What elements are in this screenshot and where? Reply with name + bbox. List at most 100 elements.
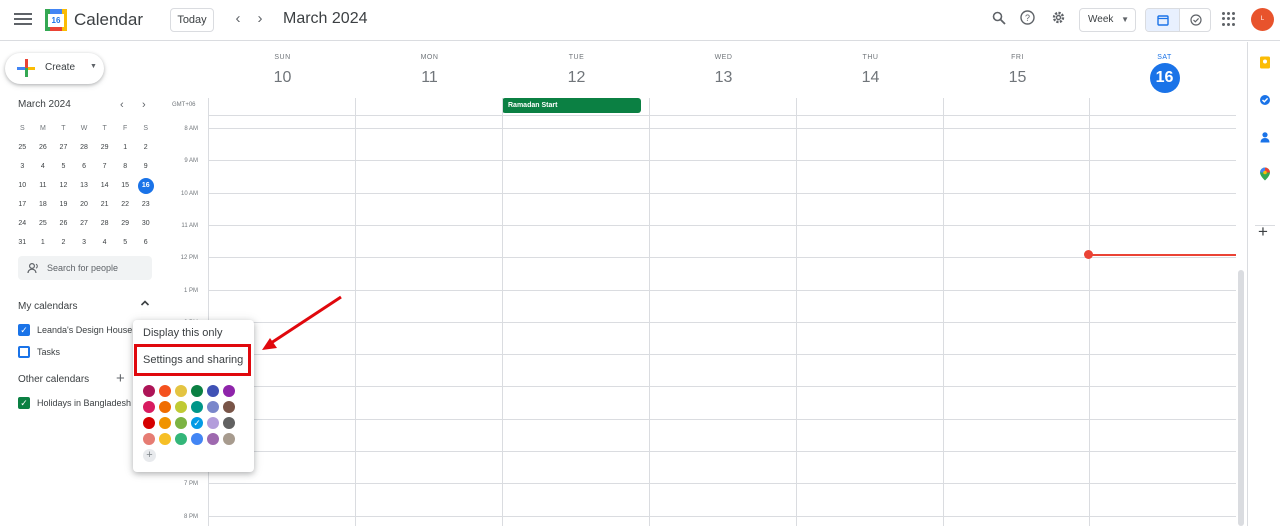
- day-header-tue[interactable]: TUE 12: [503, 42, 650, 91]
- color-swatch[interactable]: [143, 433, 155, 445]
- mini-day[interactable]: 1: [33, 233, 54, 252]
- color-swatch-selected[interactable]: ✓: [191, 417, 203, 429]
- day-number[interactable]: 15: [944, 65, 1091, 91]
- mini-day[interactable]: 3: [12, 157, 33, 176]
- mini-day[interactable]: 13: [74, 176, 95, 195]
- mini-day[interactable]: 26: [33, 138, 54, 157]
- mini-day[interactable]: 8: [115, 157, 136, 176]
- mini-day[interactable]: 28: [74, 138, 95, 157]
- color-swatch[interactable]: [207, 385, 219, 397]
- chevron-left-icon[interactable]: ‹: [228, 9, 248, 29]
- mini-day[interactable]: 11: [33, 176, 54, 195]
- mini-day[interactable]: 2: [53, 233, 74, 252]
- mini-day[interactable]: 12: [53, 176, 74, 195]
- mini-day[interactable]: 5: [53, 157, 74, 176]
- day-number[interactable]: 13: [650, 65, 797, 91]
- color-swatch[interactable]: [207, 433, 219, 445]
- mini-day-today[interactable]: 16: [135, 176, 156, 195]
- tasks-view-icon[interactable]: [1179, 9, 1210, 31]
- keep-icon[interactable]: [1259, 56, 1271, 69]
- app-title[interactable]: Calendar: [74, 10, 143, 30]
- day-header-sat[interactable]: SAT 16: [1091, 42, 1238, 93]
- mini-day[interactable]: 17: [12, 195, 33, 214]
- calendar-logo[interactable]: 16: [45, 9, 67, 31]
- mini-day[interactable]: 30: [135, 214, 156, 233]
- checkbox-checked[interactable]: ✓: [18, 397, 30, 409]
- checkbox-checked[interactable]: ✓: [18, 324, 30, 336]
- mini-day[interactable]: 25: [33, 214, 54, 233]
- my-calendars-label[interactable]: My calendars: [18, 301, 77, 312]
- calendar-view-icon[interactable]: [1146, 9, 1179, 31]
- mini-day[interactable]: 22: [115, 195, 136, 214]
- display-this-only-item[interactable]: Display this only: [143, 327, 222, 339]
- day-header-mon[interactable]: MON 11: [356, 42, 503, 91]
- chevron-right-icon[interactable]: ›: [250, 9, 270, 29]
- day-number[interactable]: 11: [356, 65, 503, 91]
- color-swatch[interactable]: [191, 401, 203, 413]
- day-header-sun[interactable]: SUN 10: [209, 42, 356, 91]
- day-header-fri[interactable]: FRI 15: [944, 42, 1091, 91]
- day-header-wed[interactable]: WED 13: [650, 42, 797, 91]
- search-people-input[interactable]: Search for people: [18, 256, 152, 280]
- help-icon[interactable]: ?: [1016, 9, 1038, 31]
- day-number[interactable]: 14: [797, 65, 944, 91]
- mini-prev-icon[interactable]: ‹: [120, 99, 124, 111]
- allday-event-ramadan-start[interactable]: Ramadan Start: [502, 98, 641, 113]
- color-swatch[interactable]: [207, 417, 219, 429]
- color-swatch[interactable]: [143, 417, 155, 429]
- color-swatch[interactable]: [207, 401, 219, 413]
- today-button[interactable]: Today: [170, 8, 214, 32]
- mini-day[interactable]: 27: [53, 138, 74, 157]
- color-swatch[interactable]: [159, 417, 171, 429]
- add-icon[interactable]: +: [1258, 223, 1270, 240]
- mini-day[interactable]: 4: [33, 157, 54, 176]
- menu-icon[interactable]: [14, 10, 32, 30]
- mini-day[interactable]: 9: [135, 157, 156, 176]
- mini-day[interactable]: 4: [94, 233, 115, 252]
- mini-day[interactable]: 7: [94, 157, 115, 176]
- color-swatch[interactable]: [223, 401, 235, 413]
- tasks-icon[interactable]: [1259, 93, 1271, 105]
- color-swatch[interactable]: [159, 385, 171, 397]
- mini-day[interactable]: 3: [74, 233, 95, 252]
- mini-day[interactable]: 25: [12, 138, 33, 157]
- add-other-calendar-icon[interactable]: +: [116, 370, 125, 387]
- mini-day[interactable]: 6: [135, 233, 156, 252]
- mini-day[interactable]: 20: [74, 195, 95, 214]
- apps-icon[interactable]: [1222, 12, 1236, 26]
- day-number[interactable]: 10: [209, 65, 356, 91]
- settings-icon[interactable]: [1047, 9, 1069, 31]
- checkbox-unchecked[interactable]: [18, 346, 30, 358]
- avatar[interactable]: L: [1251, 8, 1274, 31]
- color-swatch[interactable]: [175, 385, 187, 397]
- color-swatch[interactable]: [159, 401, 171, 413]
- mini-day[interactable]: 29: [94, 138, 115, 157]
- create-button[interactable]: Create ▼: [5, 53, 104, 84]
- mini-day[interactable]: 1: [115, 138, 136, 157]
- mini-day[interactable]: 6: [74, 157, 95, 176]
- maps-icon[interactable]: [1259, 167, 1271, 181]
- mini-day[interactable]: 27: [74, 214, 95, 233]
- mini-day[interactable]: 31: [12, 233, 33, 252]
- day-number-selected[interactable]: 16: [1091, 63, 1238, 93]
- color-swatch[interactable]: [143, 401, 155, 413]
- day-header-thu[interactable]: THU 14: [797, 42, 944, 91]
- mini-day[interactable]: 15: [115, 176, 136, 195]
- color-swatch[interactable]: [191, 433, 203, 445]
- plus-icon[interactable]: +: [143, 449, 156, 462]
- contacts-icon[interactable]: [1259, 130, 1271, 143]
- color-swatch[interactable]: [159, 433, 171, 445]
- mini-day[interactable]: 28: [94, 214, 115, 233]
- view-selector[interactable]: Week ▼: [1079, 8, 1136, 32]
- color-swatch[interactable]: [175, 401, 187, 413]
- mini-day[interactable]: 21: [94, 195, 115, 214]
- mini-next-icon[interactable]: ›: [142, 99, 146, 111]
- mini-day[interactable]: 5: [115, 233, 136, 252]
- mini-day[interactable]: 24: [12, 214, 33, 233]
- day-number[interactable]: 12: [503, 65, 650, 91]
- search-icon[interactable]: [988, 9, 1010, 31]
- color-swatch[interactable]: [223, 385, 235, 397]
- chevron-up-icon[interactable]: [140, 298, 150, 311]
- color-swatch[interactable]: [175, 433, 187, 445]
- color-swatch[interactable]: [143, 385, 155, 397]
